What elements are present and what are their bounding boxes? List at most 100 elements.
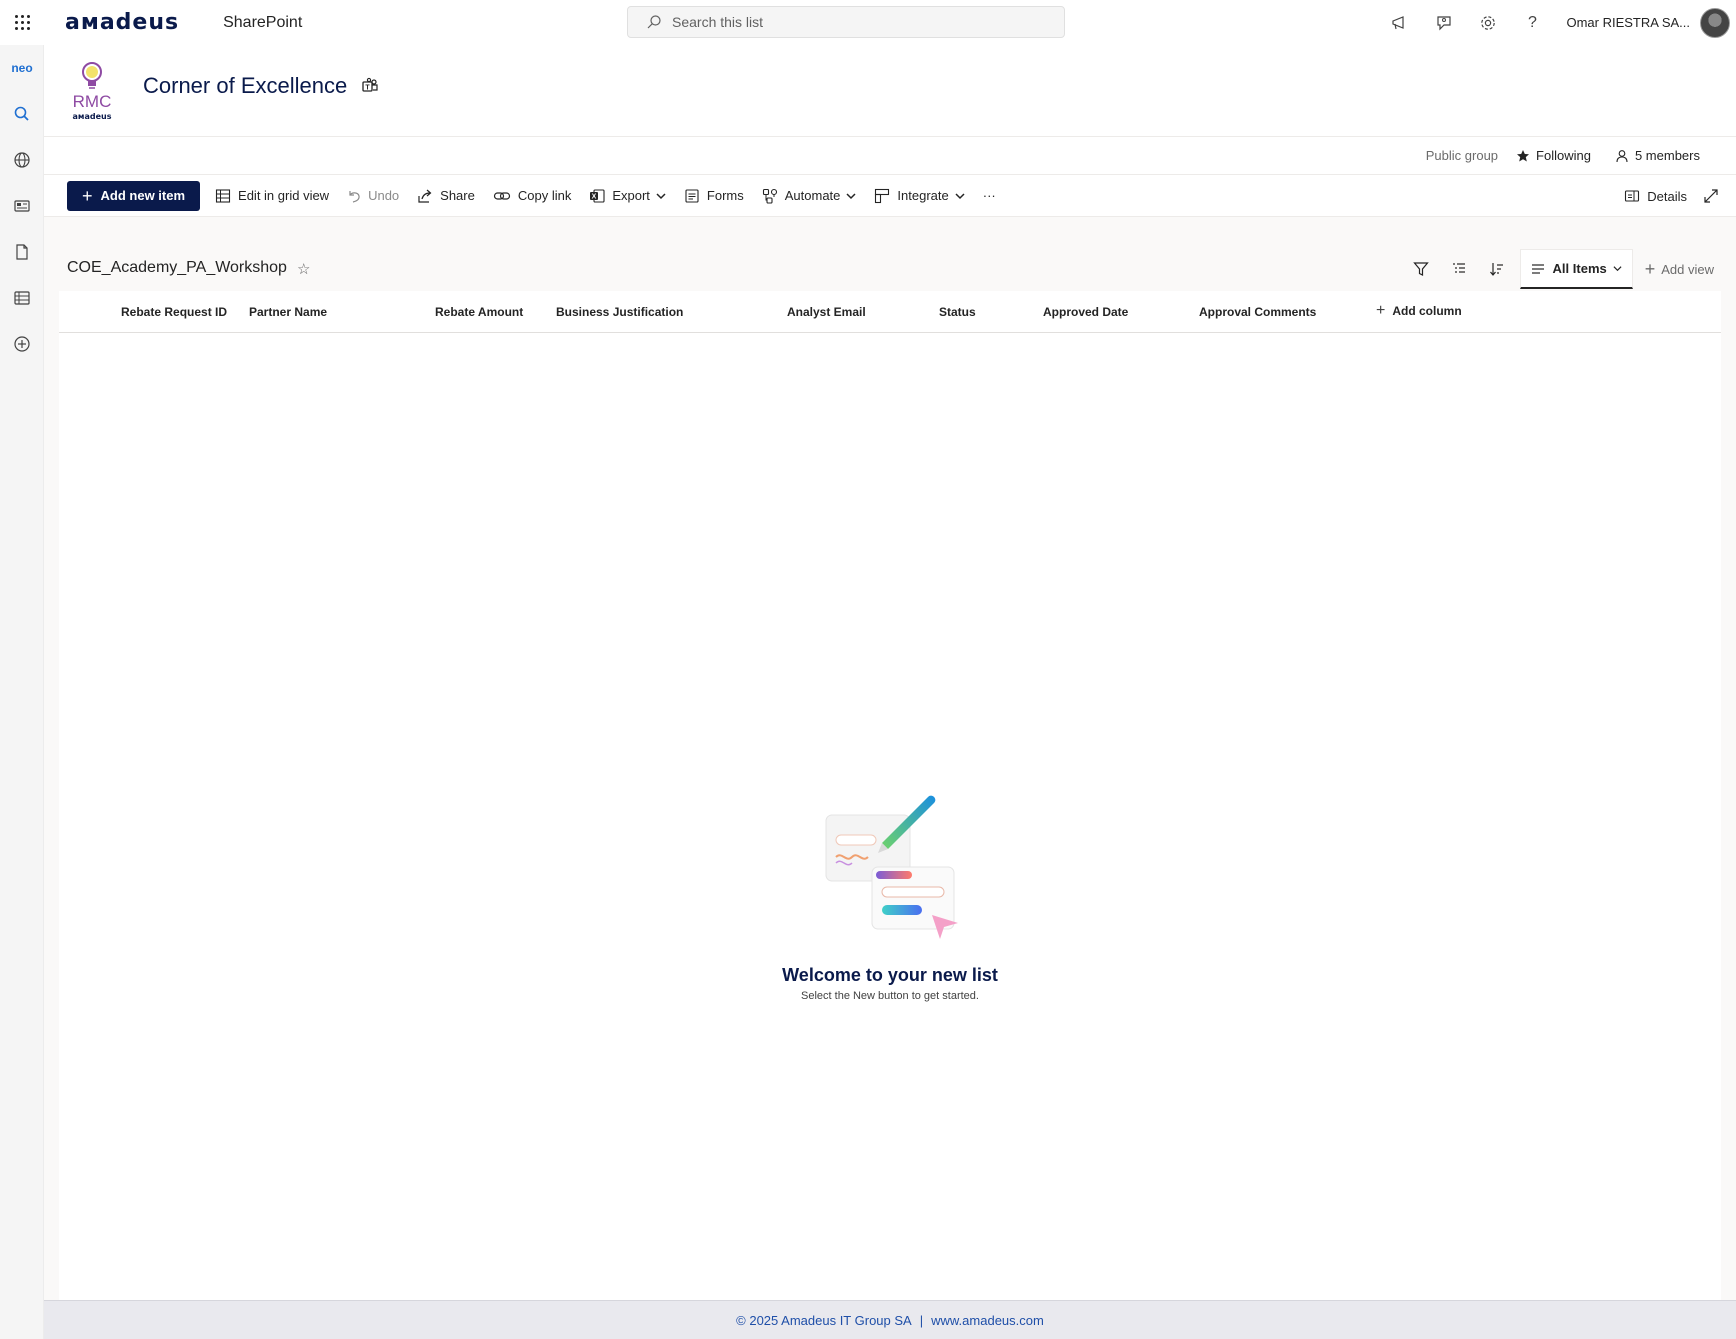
search-box[interactable] — [627, 6, 1065, 38]
column-header[interactable]: Rebate Amount — [435, 305, 523, 319]
view-lines-icon — [1531, 263, 1544, 274]
copy-link-button[interactable]: Copy link — [493, 188, 571, 204]
forms-button[interactable]: Forms — [684, 188, 744, 204]
plus-icon: + — [1644, 259, 1656, 279]
list-title-row: COE_Academy_PA_Workshop ☆ All Items + Ad… — [44, 217, 1736, 291]
column-header[interactable]: Approved Date — [1043, 305, 1128, 319]
undo-button[interactable]: Undo — [347, 188, 399, 204]
info-panel-icon — [1625, 190, 1640, 202]
share-button[interactable]: Share — [417, 188, 475, 204]
undo-label: Undo — [368, 188, 400, 203]
chevron-down-icon — [656, 192, 666, 199]
sort-icon[interactable] — [1478, 249, 1516, 289]
export-label: Export — [612, 188, 650, 203]
follow-label: Following — [1536, 148, 1591, 163]
grid-icon — [215, 188, 231, 203]
view-name: All Items — [1552, 261, 1607, 276]
add-column-button[interactable]: + Add column — [1376, 303, 1462, 319]
help-icon[interactable]: ? — [1510, 0, 1554, 45]
teams-icon[interactable]: T — [361, 77, 379, 100]
logo-subtext: aмadeus — [73, 112, 112, 121]
integrate-label: Integrate — [897, 188, 949, 203]
add-view-button[interactable]: + Add view — [1639, 260, 1720, 278]
list-title[interactable]: COE_Academy_PA_Workshop — [67, 259, 287, 277]
rail-item-news[interactable] — [0, 183, 44, 229]
add-view-label: Add view — [1661, 261, 1714, 277]
integrate-button[interactable]: Integrate — [874, 188, 965, 204]
view-selector-tab[interactable]: All Items — [1519, 249, 1633, 289]
share-label: Share — [440, 188, 475, 203]
site-meta-bar: Public group Following 5 members — [44, 137, 1736, 175]
column-header[interactable]: Partner Name — [249, 305, 327, 319]
plus-icon: + — [82, 185, 93, 206]
person-icon — [1616, 149, 1628, 162]
site-title[interactable]: Corner of Excellence — [143, 73, 347, 99]
user-name[interactable]: Omar RIESTRA SA... — [1566, 15, 1690, 30]
news-icon — [14, 200, 30, 212]
edit-grid-button[interactable]: Edit in grid view — [215, 188, 329, 204]
more-options-button[interactable]: ··· — [983, 188, 996, 203]
automate-button[interactable]: Automate — [762, 188, 857, 204]
group-by-icon[interactable] — [1440, 249, 1478, 289]
add-new-item-label: Add new item — [100, 188, 186, 203]
rail-item-search[interactable] — [0, 91, 44, 137]
add-column-label: Add column — [1392, 304, 1462, 318]
column-header[interactable]: Business Justification — [556, 305, 683, 319]
command-bar: + Add new item Edit in grid view Undo Sh… — [44, 175, 1736, 217]
automate-label: Automate — [784, 188, 841, 203]
rail-item-files[interactable] — [0, 229, 44, 275]
column-header[interactable]: Status — [939, 305, 976, 319]
app-name-link[interactable]: SharePoint — [223, 14, 302, 32]
megaphone-icon[interactable] — [1378, 0, 1422, 45]
plus-icon: + — [1376, 302, 1386, 319]
settings-gear-icon[interactable] — [1466, 0, 1510, 45]
favorite-star-icon[interactable]: ☆ — [297, 260, 310, 278]
filter-icon[interactable] — [1402, 249, 1440, 289]
logo-text: RMC — [73, 92, 112, 111]
column-header[interactable]: Approval Comments — [1199, 305, 1316, 319]
column-header[interactable]: Rebate Request ID — [121, 305, 227, 319]
rail-item-lists[interactable] — [0, 275, 44, 321]
rail-item-sites[interactable] — [0, 137, 44, 183]
brand-logo[interactable]: aмadeus — [65, 10, 179, 35]
footer-separator: | — [919, 1312, 924, 1328]
details-button[interactable]: Details — [1624, 189, 1687, 204]
empty-state-title: Welcome to your new list — [782, 965, 998, 985]
empty-state: Welcome to your new list Select the New … — [59, 791, 1721, 1002]
more-icon: ··· — [982, 188, 996, 203]
edit-grid-label: Edit in grid view — [238, 188, 330, 203]
avatar[interactable] — [1700, 7, 1730, 38]
chevron-down-icon — [1613, 266, 1622, 272]
follow-button[interactable]: Following — [1516, 148, 1591, 163]
site-header: RMC aмadeus Corner of Excellence T — [44, 45, 1736, 137]
search-people-icon — [14, 106, 29, 121]
expand-icon — [1704, 189, 1718, 203]
column-header[interactable]: Analyst Email — [787, 305, 866, 319]
forms-icon — [685, 188, 699, 203]
empty-state-subtitle: Select the New button to get started. — [801, 990, 979, 1002]
site-logo[interactable]: RMC aмadeus — [66, 59, 118, 123]
search-icon — [647, 15, 661, 29]
members-button[interactable]: 5 members — [1615, 148, 1700, 163]
export-button[interactable]: X Export — [589, 188, 666, 204]
add-circle-icon — [14, 336, 30, 352]
list-icon — [14, 291, 30, 305]
fullscreen-button[interactable] — [1703, 188, 1726, 204]
app-launcher-icon[interactable] — [0, 0, 44, 45]
copy-link-label: Copy link — [517, 188, 572, 203]
excel-icon: X — [590, 188, 605, 203]
left-rail: neo — [0, 45, 44, 1339]
rail-item-create[interactable] — [0, 321, 44, 367]
details-label: Details — [1647, 188, 1687, 204]
search-input[interactable] — [672, 14, 1052, 30]
feedback-icon[interactable] — [1422, 0, 1466, 45]
rail-item-neo[interactable]: neo — [0, 45, 44, 91]
list-canvas: COE_Academy_PA_Workshop ☆ All Items + Ad… — [44, 217, 1736, 1300]
column-headers: Rebate Request ID Partner Name Rebate Am… — [59, 291, 1721, 333]
footer-website-link[interactable]: www.amadeus.com — [931, 1313, 1044, 1328]
star-filled-icon — [1517, 149, 1530, 161]
integrate-icon — [875, 188, 890, 203]
add-new-item-button[interactable]: + Add new item — [67, 180, 201, 211]
svg-text:X: X — [592, 193, 597, 200]
undo-icon — [349, 190, 360, 203]
